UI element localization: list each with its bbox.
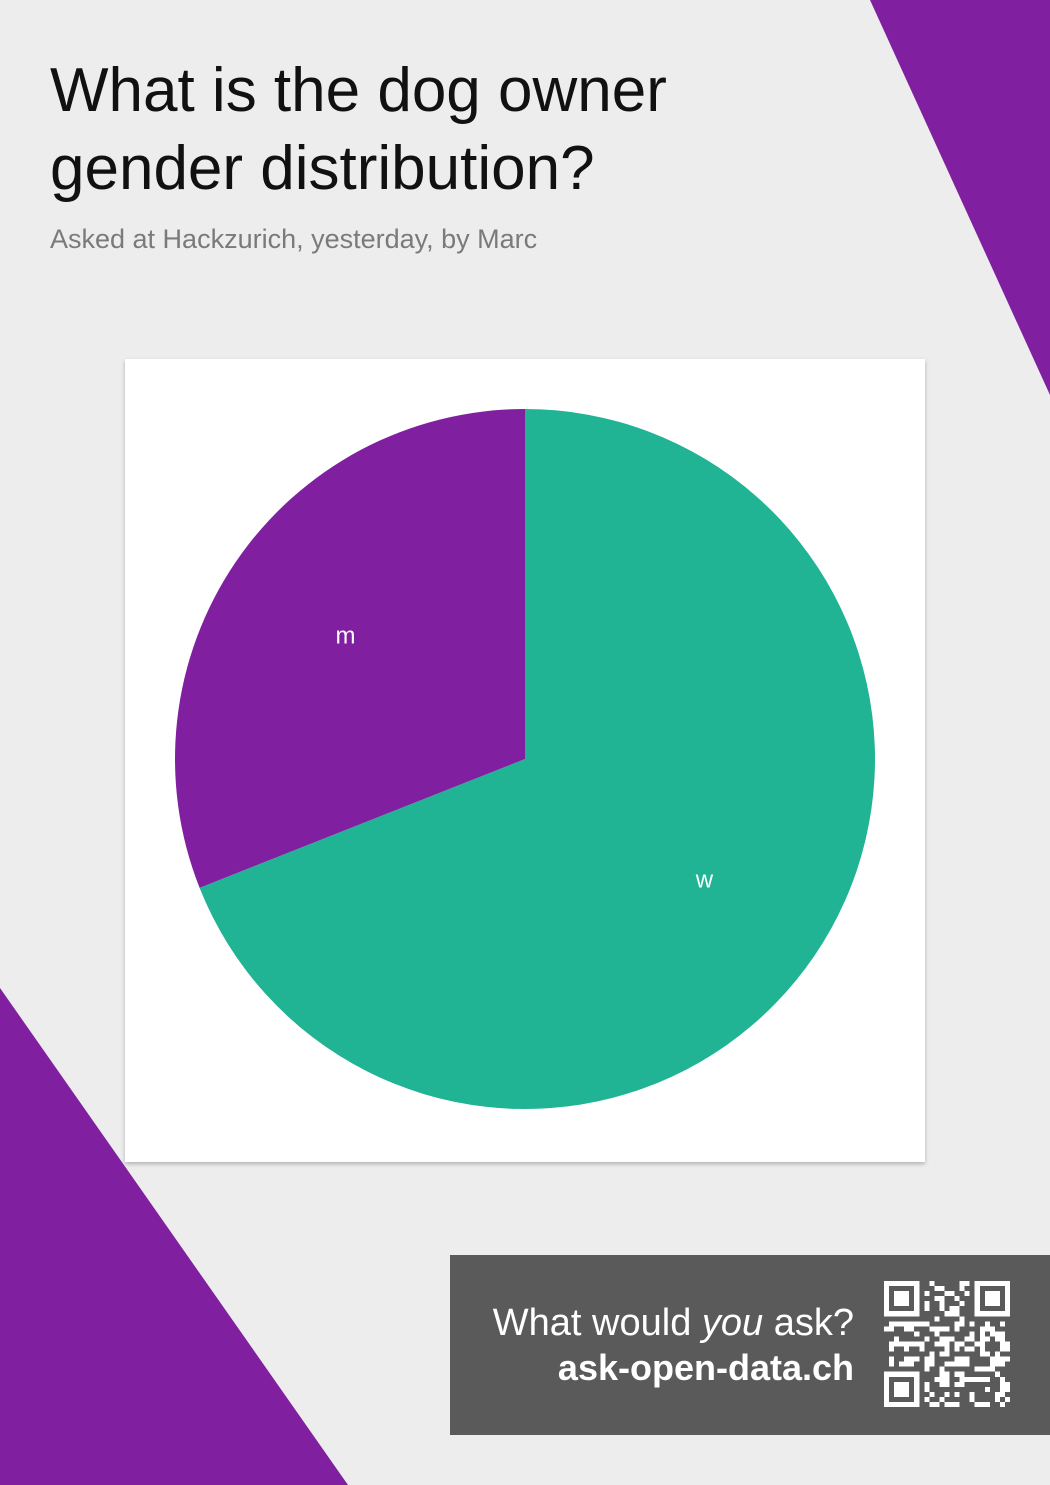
pie-label-m: m [336,622,356,649]
page-title: What is the dog owner gender distributio… [50,56,667,203]
qr-code-icon[interactable] [884,1281,1010,1407]
footer-prompt-after: ask? [763,1302,854,1344]
chart-card: wm [125,359,925,1162]
pie-label-w: w [695,866,714,893]
pie-chart: wm [174,409,876,1109]
top-right-accent-shape [870,0,1050,395]
footer-prompt-before: What would [492,1302,702,1344]
footer-prompt-emphasis: you [701,1302,764,1344]
footer-site-link[interactable]: ask-open-data.ch [558,1347,854,1389]
page-subtitle: Asked at Hackzurich, yesterday, by Marc [50,224,538,254]
footer-prompt: What would you ask? [493,1299,854,1347]
footer-banner[interactable]: What would you ask? ask-open-data.ch [450,1255,1050,1435]
